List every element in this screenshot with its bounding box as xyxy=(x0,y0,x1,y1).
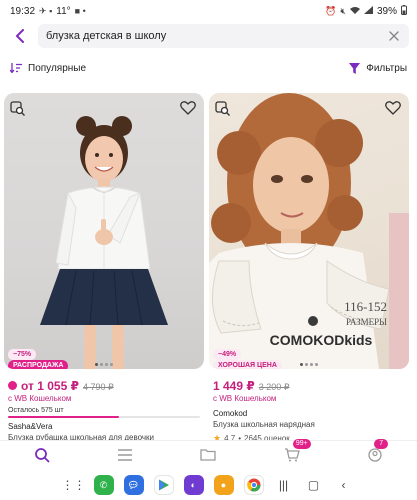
weather: 11° xyxy=(56,5,71,17)
product-card[interactable]: −75% РАСПРОДАЖА от 1 055 ₽ 4 790 ₽ с WB … xyxy=(4,93,204,442)
apps-grid-icon[interactable]: ⋮⋮ xyxy=(62,475,86,495)
bottom-nav: 99+ 7 xyxy=(0,438,417,468)
price-row: от 1 055 ₽ 4 790 ₽ xyxy=(4,379,204,393)
status-right: ⏰ 🔇︎ 39% xyxy=(325,5,407,17)
sizes-text: 116-152 xyxy=(344,299,387,314)
folder-icon xyxy=(200,449,217,461)
stock-bar xyxy=(8,416,200,418)
similar-search-icon[interactable] xyxy=(215,101,231,117)
cart-icon xyxy=(284,447,300,461)
status-left: 19:32 ✈ ▪ 11° ■ • xyxy=(10,6,86,17)
back-button[interactable]: ‹ xyxy=(334,475,354,495)
price: 1 449 ₽ xyxy=(213,379,255,393)
sale-icon xyxy=(8,381,17,390)
nav-catalog[interactable] xyxy=(110,443,140,467)
back-arrow-icon[interactable] xyxy=(8,24,32,48)
brand: Sasha&Vera xyxy=(8,422,53,431)
filter-label: Фильтры xyxy=(366,62,407,74)
nav-delivery[interactable] xyxy=(193,443,223,467)
signal-icon xyxy=(363,6,373,16)
photo-pager-dots xyxy=(209,363,409,369)
profile-icon xyxy=(368,447,382,462)
search-input[interactable] xyxy=(46,30,387,42)
filter-button[interactable]: Фильтры xyxy=(349,62,407,74)
system-dock: ⋮⋮ ✆ 💬︎ ◐ ● ||| ▢ ‹ xyxy=(0,470,417,500)
similar-search-icon[interactable] xyxy=(10,101,26,117)
status-bar: 19:32 ✈ ▪ 11° ■ • ⏰ 🔇︎ 39% xyxy=(0,0,417,22)
product-photo[interactable]: −75% РАСПРОДАЖА xyxy=(4,93,204,369)
sort-button[interactable]: Популярные xyxy=(10,63,86,74)
alarm-icon: ⏰ xyxy=(325,5,337,16)
messages-app-icon[interactable]: 💬︎ xyxy=(123,475,144,495)
browser-app-icon[interactable]: ◐ xyxy=(183,475,204,495)
favorite-heart-icon[interactable] xyxy=(180,101,198,117)
nav-profile[interactable]: 7 xyxy=(360,438,390,467)
search-bar xyxy=(8,24,409,48)
phone-app-icon[interactable]: ✆ xyxy=(93,475,114,495)
wallet-note: с WB Кошельком xyxy=(8,394,72,403)
battery-icon xyxy=(401,5,407,17)
clear-icon[interactable] xyxy=(387,29,401,43)
photo-pager-dots xyxy=(4,363,204,369)
wifi-icon xyxy=(349,6,360,16)
old-price: 3 200 ₽ xyxy=(258,382,290,392)
product-photo[interactable]: 116-152 РАЗМЕРЫ COMOKODkids −49% ХОРОШАЯ… xyxy=(209,93,409,369)
filter-icon xyxy=(349,62,361,74)
play-store-icon[interactable] xyxy=(153,475,174,495)
nav-search[interactable] xyxy=(27,443,57,467)
cart-badge: 99+ xyxy=(292,438,311,449)
sort-filter-row: Популярные Фильтры xyxy=(10,58,407,78)
discount-badge: −75% xyxy=(8,349,37,360)
sort-icon xyxy=(10,63,22,73)
product-image-illustration xyxy=(40,116,168,369)
search-field[interactable] xyxy=(38,24,409,48)
product-name[interactable]: Блузка школьная нарядная xyxy=(209,420,409,429)
menu-icon xyxy=(118,448,133,461)
battery-level: 39% xyxy=(376,5,397,17)
favorite-heart-icon[interactable] xyxy=(385,101,403,117)
old-price: 4 790 ₽ xyxy=(82,382,114,392)
stock-left: Осталось 575 шт xyxy=(8,407,64,414)
clock: 19:32 xyxy=(10,5,36,17)
profile-badge: 7 xyxy=(374,438,389,449)
mute-icon: 🔇︎ xyxy=(340,5,346,16)
game-app-icon[interactable]: ● xyxy=(213,475,234,495)
chrome-app-icon[interactable] xyxy=(243,475,264,495)
sizes-label-text: РАЗМЕРЫ xyxy=(346,317,387,327)
wallet-note: с WB Кошельком xyxy=(213,394,277,403)
notification-icons: ✈ ▪ xyxy=(39,5,53,16)
price: от 1 055 ₽ xyxy=(21,379,79,393)
recents-button[interactable]: ||| xyxy=(274,475,294,495)
sort-label: Популярные xyxy=(28,62,87,74)
product-image-illustration: 116-152 РАЗМЕРЫ COMOKODkids xyxy=(209,93,409,369)
nav-cart[interactable]: 99+ xyxy=(277,438,311,467)
brand-logo-text: COMOKODkids xyxy=(270,332,373,348)
product-card[interactable]: 116-152 РАЗМЕРЫ COMOKODkids −49% ХОРОШАЯ… xyxy=(209,93,409,444)
brand: Comokod xyxy=(213,409,248,418)
home-button[interactable]: ▢ xyxy=(304,475,324,495)
price-row: 1 449 ₽ 3 200 ₽ xyxy=(209,379,409,393)
stock-bar-fill xyxy=(8,416,120,418)
app-notification-icon: ■ • xyxy=(74,6,86,16)
search-icon xyxy=(34,447,50,462)
discount-badge: −49% xyxy=(213,349,242,360)
